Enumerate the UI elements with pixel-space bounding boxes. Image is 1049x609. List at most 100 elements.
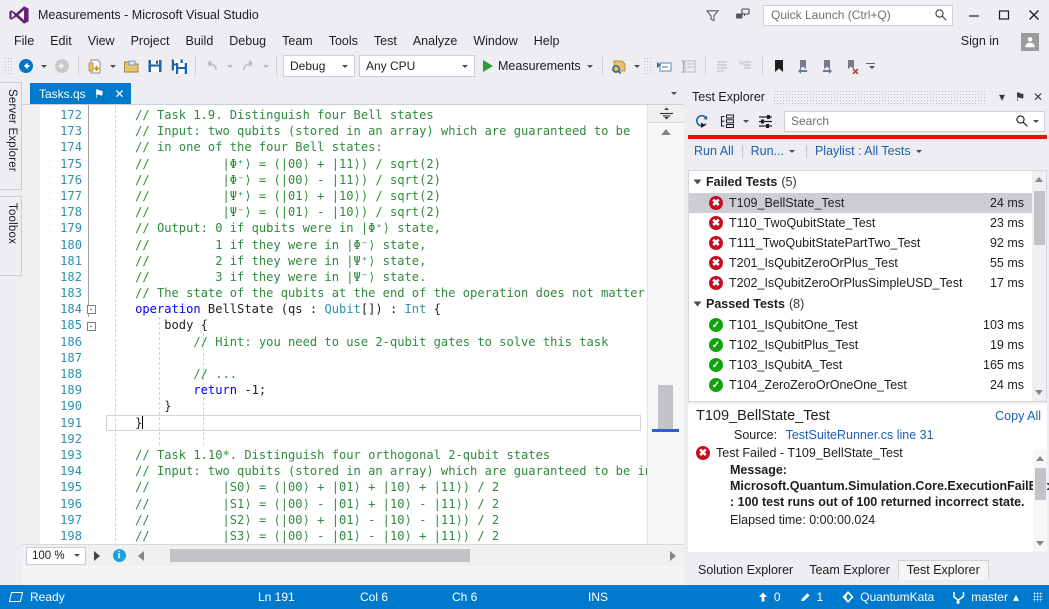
code-line[interactable]: 184- operation BellState (qs : Qubit[]) … xyxy=(22,301,647,317)
group-by-button[interactable] xyxy=(715,109,739,133)
fold-toggle-icon[interactable]: - xyxy=(84,317,98,333)
resize-grip[interactable] xyxy=(1033,592,1043,602)
scrollbar-thumb[interactable] xyxy=(1035,468,1046,500)
code-line[interactable]: 186 // Hint: you need to use 2-qubit gat… xyxy=(22,334,647,350)
menu-item-help[interactable]: Help xyxy=(526,32,568,50)
copy-all-button[interactable]: Copy All xyxy=(995,409,1041,423)
panel-drag-handle[interactable] xyxy=(773,90,985,104)
new-project-dropdown-icon[interactable] xyxy=(110,65,116,68)
document-tab-tasks-qs[interactable]: Tasks.qs ⚑ ✕ xyxy=(30,83,131,104)
new-project-button[interactable] xyxy=(83,54,107,78)
navigate-forward-marker-button[interactable] xyxy=(86,546,108,566)
test-list-item[interactable]: ✖T110_TwoQubitState_Test23 ms xyxy=(689,213,1046,233)
start-debug-button[interactable]: Measurements xyxy=(477,54,598,78)
fold-toggle-icon[interactable]: - xyxy=(84,301,98,317)
toolbar-grip[interactable] xyxy=(4,57,12,75)
pin-icon[interactable]: ⚑ xyxy=(1011,88,1029,106)
pending-changes-button[interactable]: 0 xyxy=(751,585,787,609)
test-list-item[interactable]: ✓T104_ZeroZeroOrOneOne_Test24 ms xyxy=(689,375,1046,395)
code-line[interactable]: 178 // |Ψ⁻⟩ = (|01⟩ - |10⟩) / sqrt(2) xyxy=(22,204,647,220)
scroll-up-button[interactable] xyxy=(648,123,684,140)
test-detail-scrollbar[interactable] xyxy=(1033,450,1047,552)
menu-item-debug[interactable]: Debug xyxy=(221,32,274,50)
test-list[interactable]: Failed Tests(5)✖T109_BellState_Test24 ms… xyxy=(688,170,1047,402)
repository-button[interactable]: QuantumKata xyxy=(835,585,940,609)
test-list-item[interactable]: ✖T202_IsQubitZeroOrPlusSimpleUSD_Test17 … xyxy=(689,273,1046,293)
clear-bookmarks-button[interactable] xyxy=(839,54,863,78)
minimize-button[interactable] xyxy=(959,0,989,30)
document-tab-overflow[interactable] xyxy=(668,83,684,104)
panel-menu-button[interactable]: ▾ xyxy=(993,88,1011,106)
scroll-up-button[interactable] xyxy=(1032,171,1046,188)
split-view-button[interactable] xyxy=(648,105,684,123)
code-line[interactable]: 180 // 1 if they were in |Φ⁻⟩ state, xyxy=(22,237,647,253)
toolbar-grip-2[interactable] xyxy=(643,57,651,75)
code-line[interactable]: 177 // |Ψ⁺⟩ = (|01⟩ + |10⟩) / sqrt(2) xyxy=(22,188,647,204)
test-list-item[interactable]: ✓T101_IsQubitOne_Test103 ms xyxy=(689,315,1046,335)
sign-in-button[interactable]: Sign in xyxy=(955,32,1005,50)
code-line[interactable]: 195 // |S0⟩ = (|00⟩ + |01⟩ + |10⟩ + |11⟩… xyxy=(22,479,647,495)
tab-test-explorer[interactable]: Test Explorer xyxy=(898,560,989,580)
test-list-item[interactable]: ✓T102_IsQubitPlus_Test19 ms xyxy=(689,335,1046,355)
solution-configuration-dropdown[interactable]: Debug xyxy=(283,55,355,77)
scrollbar-thumb[interactable] xyxy=(658,385,673,431)
run-chevron-down-icon[interactable] xyxy=(789,150,795,153)
info-bar-icon[interactable]: i xyxy=(108,546,130,566)
code-line[interactable]: 197 // |S2⟩ = (|00⟩ + |01⟩ - |10⟩ - |11⟩… xyxy=(22,512,647,528)
code-line[interactable]: 193 // Task 1.10*. Distinguish four orth… xyxy=(22,447,647,463)
test-list-item[interactable]: ✖T109_BellState_Test24 ms xyxy=(689,193,1046,213)
run-all-button[interactable]: Run All xyxy=(694,144,734,158)
test-list-item[interactable]: ✓T103_IsQubitA_Test165 ms xyxy=(689,355,1046,375)
account-avatar-icon[interactable] xyxy=(1021,33,1039,51)
group-by-dropdown-icon[interactable] xyxy=(743,120,749,123)
sidebar-item-toolbox[interactable]: Toolbox xyxy=(0,196,22,276)
maximize-button[interactable] xyxy=(989,0,1019,30)
menu-item-tools[interactable]: Tools xyxy=(321,32,366,50)
code-surface[interactable]: 172 // Task 1.9. Distinguish four Bell s… xyxy=(22,105,647,566)
toolbar-overflow-button[interactable] xyxy=(866,63,878,69)
save-button[interactable] xyxy=(143,54,167,78)
code-line[interactable]: 194 // Input: two qubits (stored in an a… xyxy=(22,463,647,479)
find-dropdown-icon[interactable] xyxy=(634,65,640,68)
close-icon[interactable]: ✕ xyxy=(1029,88,1047,106)
code-line[interactable]: 174 // in one of the four Bell states: xyxy=(22,139,647,155)
menu-item-build[interactable]: Build xyxy=(177,32,221,50)
scrollbar-thumb[interactable] xyxy=(1034,191,1045,245)
menu-item-team[interactable]: Team xyxy=(274,32,321,50)
expander-icon[interactable] xyxy=(694,180,702,185)
save-all-button[interactable] xyxy=(167,54,191,78)
sidebar-item-server-explorer[interactable]: Server Explorer xyxy=(0,82,22,190)
menu-item-analyze[interactable]: Analyze xyxy=(405,32,465,50)
code-line[interactable]: 198 // |S3⟩ = (|00⟩ - |01⟩ - |10⟩ + |11⟩… xyxy=(22,528,647,544)
code-line[interactable]: 176 // |Φ⁻⟩ = (|00⟩ - |11⟩) / sqrt(2) xyxy=(22,172,647,188)
menu-item-view[interactable]: View xyxy=(80,32,123,50)
menu-item-file[interactable]: File xyxy=(6,32,42,50)
editor-horizontal-scrollbar[interactable]: 100 % i xyxy=(22,544,684,566)
start-debug-dropdown-icon[interactable] xyxy=(587,65,593,68)
code-line[interactable]: 182 // 3 if they were in |Ψ⁻⟩ state. xyxy=(22,269,647,285)
code-line[interactable]: 179 // Output: 0 if qubits were in |Φ⁺⟩ … xyxy=(22,220,647,236)
scroll-down-button[interactable] xyxy=(1033,535,1047,552)
test-search-input[interactable]: Search xyxy=(784,111,1045,132)
toggle-bookmark-button[interactable] xyxy=(767,54,791,78)
test-group-header[interactable]: Passed Tests(8) xyxy=(689,293,1046,315)
zoom-level-dropdown[interactable]: 100 % xyxy=(26,547,86,565)
code-line[interactable]: 192 xyxy=(22,431,647,447)
editor-vertical-scrollbar[interactable] xyxy=(647,105,684,566)
menu-item-window[interactable]: Window xyxy=(465,32,525,50)
code-editor[interactable]: 172 // Task 1.9. Distinguish four Bell s… xyxy=(22,104,684,566)
horizontal-scrollbar-thumb[interactable] xyxy=(170,549,470,562)
code-line[interactable]: 190 } xyxy=(22,398,647,414)
previous-bookmark-button[interactable] xyxy=(791,54,815,78)
scroll-down-button[interactable] xyxy=(1032,384,1046,401)
close-icon[interactable]: ✕ xyxy=(112,88,126,100)
source-link[interactable]: TestSuiteRunner.cs line 31 xyxy=(786,428,934,442)
test-list-item[interactable]: ✖T201_IsQubitZeroOrPlus_Test55 ms xyxy=(689,253,1046,273)
find-in-files-button[interactable] xyxy=(607,54,631,78)
horizontal-scroll-track[interactable] xyxy=(154,547,660,565)
test-list-item[interactable]: ✖T111_TwoQubitStatePartTwo_Test92 ms xyxy=(689,233,1046,253)
code-line[interactable]: 188 // ... xyxy=(22,366,647,382)
code-line[interactable]: 183 // The state of the qubits at the en… xyxy=(22,285,647,301)
open-file-button[interactable] xyxy=(119,54,143,78)
pin-icon[interactable]: ⚑ xyxy=(92,88,107,100)
